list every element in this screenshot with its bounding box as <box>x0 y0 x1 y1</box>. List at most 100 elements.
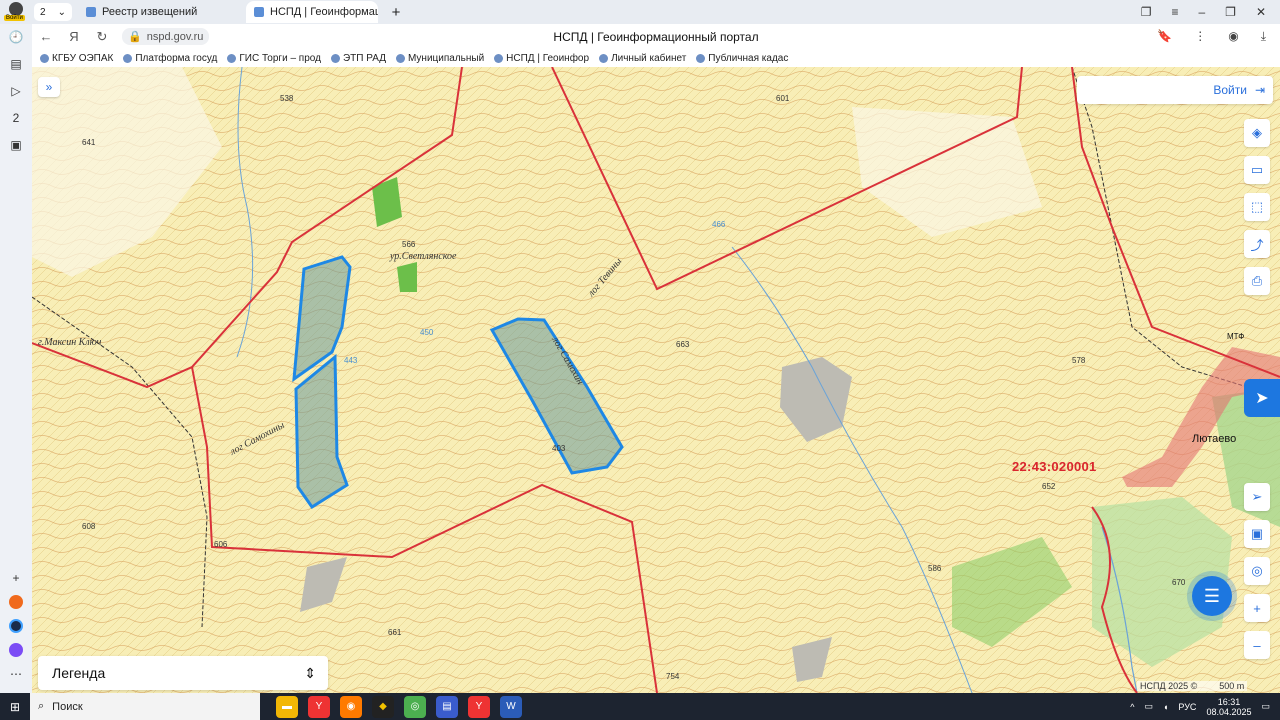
explorer-icon[interactable]: ▬ <box>276 695 298 718</box>
chat-bubble-icon: ➤ <box>1255 390 1269 407</box>
notification-icon[interactable]: ▭ <box>1261 701 1270 712</box>
video-icon[interactable]: ▷ <box>11 84 20 98</box>
tab-count-button[interactable]: 2 ⌄ <box>34 3 72 21</box>
start-button[interactable]: ⊞ <box>0 693 30 720</box>
layers-button[interactable]: ◈ <box>1244 119 1270 147</box>
app-icon[interactable] <box>9 619 23 633</box>
profile-button[interactable]: Войти <box>0 0 32 24</box>
clock[interactable]: 16:31 08.04.2025 <box>1206 697 1251 717</box>
select-area-button[interactable]: ⬚ <box>1244 193 1270 221</box>
tabs-icon[interactable]: ❐ <box>1141 5 1152 19</box>
chat-button[interactable]: ☰ <box>1192 576 1232 616</box>
alice-icon[interactable] <box>9 643 23 657</box>
tab-nspd[interactable]: НСПД | Геоинформац ✕ <box>246 1 378 23</box>
height-label: 661 <box>388 628 402 637</box>
url-field[interactable]: 🔒 nspd.gov.ru <box>122 28 210 45</box>
height-label: 670 <box>1172 578 1186 587</box>
minus-icon: – <box>1253 637 1261 653</box>
bookmark-item[interactable]: КГБУ ОЭПАК <box>40 53 113 64</box>
new-tab-button[interactable]: + <box>386 2 406 22</box>
bookmark-icon <box>227 53 237 63</box>
language-indicator[interactable]: РУС <box>1178 702 1196 712</box>
menu-icon[interactable]: ≡ <box>1171 5 1178 19</box>
bookmark-icon[interactable]: 🔖 <box>1157 29 1172 44</box>
minimize-icon[interactable]: – <box>1198 5 1205 19</box>
minimap-button[interactable]: ▣ <box>1244 520 1270 548</box>
batman-app-icon[interactable]: ◆ <box>372 695 394 718</box>
reload-icon[interactable]: ↻ <box>88 29 116 45</box>
bookmark-icon <box>330 53 340 63</box>
location-pin-icon: ◎ <box>1251 563 1263 578</box>
legend-panel[interactable]: Легенда ⇕ <box>38 656 328 690</box>
extension-icon[interactable]: ◉ <box>1228 29 1238 44</box>
cadastral-number-label[interactable]: 22:43:020001 <box>1012 459 1097 474</box>
place-label: г.Максин Ключ <box>38 337 102 348</box>
word-icon[interactable]: W <box>500 695 522 718</box>
login-button[interactable]: Войти ⇥ <box>1077 76 1273 104</box>
height-label: 578 <box>1072 356 1086 365</box>
search-icon: ⌕ <box>38 700 45 712</box>
network-icon[interactable]: ▭ <box>1144 701 1153 712</box>
yandex-browser-icon[interactable]: Y <box>308 695 330 718</box>
chevron-up-icon[interactable]: ^ <box>1130 702 1134 712</box>
taskbar-search[interactable]: ⌕ Поиск <box>30 693 260 720</box>
yandex-icon[interactable]: Я <box>60 29 88 44</box>
gosuslugi-button[interactable]: ➤ <box>1244 379 1280 417</box>
back-icon[interactable]: ← <box>32 29 60 44</box>
height-label: 754 <box>666 672 680 681</box>
nav-actions: 🔖 ⋮ ◉ ⤓ <box>1157 29 1280 44</box>
url-text: nspd.gov.ru <box>146 30 204 43</box>
ruler-icon: ▭ <box>1250 162 1264 177</box>
more-icon[interactable]: ⋯ <box>10 667 22 681</box>
copyright: НСПД 2025 © <box>1140 681 1198 691</box>
layers-icon: ◈ <box>1252 125 1262 140</box>
expand-panel-button[interactable]: » <box>38 77 60 97</box>
map-view[interactable]: г.Максин Ключ ур.Светлянское лог Самохин… <box>32 67 1280 693</box>
bookmark-item[interactable]: Муниципальный <box>395 53 484 64</box>
chrome-icon[interactable]: ◎ <box>404 695 426 718</box>
bookmark-item[interactable]: ЭТП РАД <box>330 53 386 64</box>
registry-favicon-icon <box>86 7 96 17</box>
expand-icon: ⇕ <box>304 664 316 681</box>
zoom-out-button[interactable]: – <box>1244 631 1270 659</box>
bookmark-icon <box>395 53 405 63</box>
yandex-icon[interactable]: Y <box>468 695 490 718</box>
measure-button[interactable]: ▭ <box>1244 156 1270 184</box>
bookmark-item[interactable]: Публичная кадас <box>696 53 788 64</box>
bookmark-item[interactable]: ГИС Торги – прод <box>227 53 321 64</box>
map-tools-bottom: ➢ ▣ ◎ + – <box>1244 483 1270 659</box>
media-icon[interactable]: ▣ <box>10 138 21 152</box>
zoom-in-button[interactable]: + <box>1244 594 1270 622</box>
height-label: 606 <box>214 540 228 549</box>
history-icon[interactable]: 🕘 <box>9 30 24 44</box>
firefox-icon[interactable]: ◉ <box>340 695 362 718</box>
app-icon[interactable] <box>9 595 23 609</box>
share-button[interactable]: ⤴ <box>1244 230 1270 258</box>
bookmark-item[interactable]: НСПД | Геоинфор <box>494 53 589 64</box>
restore-icon[interactable]: ❐ <box>1225 5 1236 19</box>
sidebar-number[interactable]: 2 <box>13 111 20 125</box>
legend-label: Легенда <box>52 665 106 681</box>
volume-icon[interactable]: ◖ <box>1163 702 1168 712</box>
tab-bar: Войти 2 ⌄ Реестр извещений НСПД | Геоинф… <box>0 0 1280 24</box>
more-icon[interactable]: ⋮ <box>1194 29 1206 44</box>
print-button[interactable]: ⎙ <box>1244 267 1270 295</box>
chevron-down-icon: ⌄ <box>57 6 66 18</box>
notes-icon[interactable]: ▤ <box>10 57 21 71</box>
tab-registry[interactable]: Реестр извещений <box>78 1 240 23</box>
login-icon: ⇥ <box>1254 83 1265 97</box>
add-icon[interactable]: + <box>12 571 19 585</box>
geo-search-button[interactable]: ◎ <box>1244 557 1270 585</box>
bookmark-item[interactable]: Личный кабинет <box>599 53 686 64</box>
downloads-icon[interactable]: ⤓ <box>1261 29 1266 44</box>
locate-button[interactable]: ➢ <box>1244 483 1270 511</box>
bookmark-item[interactable]: Платформа госуд <box>123 53 217 64</box>
bookmark-icon <box>599 53 609 63</box>
height-label: 608 <box>82 522 96 531</box>
place-label: Лютаево <box>1192 433 1236 445</box>
place-label: МТФ <box>1227 332 1244 341</box>
sidebar-bottom: + ⋯ <box>9 571 23 681</box>
save-app-icon[interactable]: ▤ <box>436 695 458 718</box>
close-window-icon[interactable]: ✕ <box>1256 5 1266 19</box>
tab-label: Реестр извещений <box>102 6 198 18</box>
